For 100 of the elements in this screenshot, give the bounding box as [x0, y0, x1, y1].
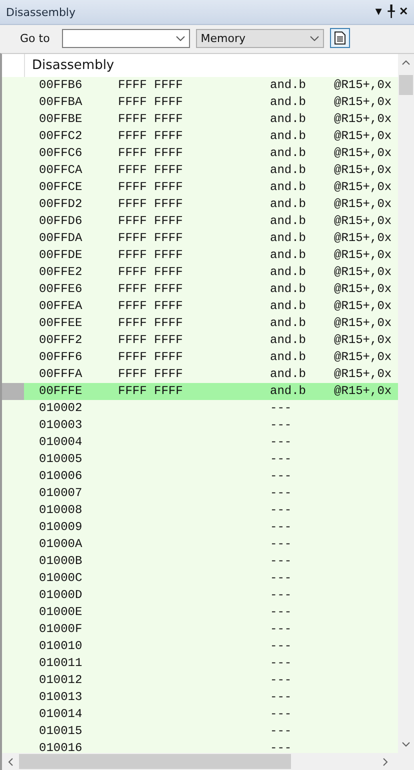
- operand-cell: @R15+,0x: [334, 298, 392, 315]
- code-cell: FFFF FFFF: [118, 298, 183, 315]
- window-control[interactable]: ▼: [371, 6, 386, 18]
- vertical-scrollbar[interactable]: [398, 54, 414, 753]
- column-header: Disassembly: [31, 57, 114, 75]
- operand-cell: @R15+,0x: [334, 111, 392, 128]
- chevron-down-icon[interactable]: [402, 742, 410, 747]
- operand-cell: @R15+,0x: [334, 264, 392, 281]
- operand-cell: @R15+,0x: [334, 332, 392, 349]
- mnemonic-cell: ---: [270, 723, 292, 740]
- operand-cell: @R15+,0x: [334, 383, 392, 400]
- address-cell: 010011: [39, 655, 82, 672]
- mnemonic-cell: ---: [270, 740, 292, 753]
- mnemonic-cell: and.b: [270, 213, 306, 230]
- address-cell: 01000C: [39, 570, 82, 587]
- mnemonic-cell: and.b: [270, 128, 306, 145]
- mnemonic-cell: and.b: [270, 111, 306, 128]
- operand-cell: @R15+,0x: [334, 77, 392, 94]
- address-cell: 010003: [39, 417, 82, 434]
- mnemonic-cell: and.b: [270, 264, 306, 281]
- address-cell: 01000B: [39, 553, 82, 570]
- chevron-left-icon[interactable]: [8, 758, 13, 766]
- address-cell: 00FFDE: [39, 247, 82, 264]
- address-cell: 00FFC2: [39, 128, 82, 145]
- chevron-down-icon: [176, 36, 185, 40]
- address-cell: 010012: [39, 672, 82, 689]
- code-cell: FFFF FFFF: [118, 247, 183, 264]
- mnemonic-cell: ---: [270, 587, 292, 604]
- address-cell: 01000A: [39, 536, 82, 553]
- address-cell: 00FFC6: [39, 145, 82, 162]
- address-cell: 00FFD6: [39, 213, 82, 230]
- code-cell: FFFF FFFF: [118, 230, 183, 247]
- mnemonic-cell: ---: [270, 400, 292, 417]
- operand-cell: @R15+,0x: [334, 349, 392, 366]
- mnemonic-cell: and.b: [270, 145, 306, 162]
- address-cell: 01000F: [39, 621, 82, 638]
- mnemonic-cell: and.b: [270, 162, 306, 179]
- mnemonic-cell: ---: [270, 468, 292, 485]
- view-select[interactable]: Memory: [196, 28, 324, 48]
- mnemonic-cell: and.b: [270, 179, 306, 196]
- mnemonic-cell: ---: [270, 417, 292, 434]
- address-cell: 010015: [39, 723, 82, 740]
- operand-cell: @R15+,0x: [334, 247, 392, 264]
- mnemonic-cell: ---: [270, 451, 292, 468]
- operand-cell: @R15+,0x: [334, 213, 392, 230]
- goto-label: Go to: [20, 32, 50, 44]
- address-cell: 00FFFA: [39, 366, 82, 383]
- code-cell: FFFF FFFF: [118, 264, 183, 281]
- operand-cell: @R15+,0x: [334, 196, 392, 213]
- operand-cell: @R15+,0x: [334, 281, 392, 298]
- chevron-right-icon[interactable]: [383, 758, 388, 766]
- goto-field[interactable]: [62, 28, 190, 48]
- mnemonic-cell: and.b: [270, 77, 306, 94]
- mnemonic-cell: and.b: [270, 230, 306, 247]
- address-cell: 00FFFE: [39, 383, 82, 400]
- address-cell: 00FFDA: [39, 230, 82, 247]
- address-cell: 010014: [39, 706, 82, 723]
- code-cell: FFFF FFFF: [118, 162, 183, 179]
- code-cell: FFFF FFFF: [118, 213, 183, 230]
- mnemonic-cell: ---: [270, 536, 292, 553]
- address-cell: 00FFB6: [39, 77, 82, 94]
- address-cell: 01000E: [39, 604, 82, 621]
- code-cell: FFFF FFFF: [118, 332, 183, 349]
- disassembly-row[interactable]: 00FFFE FFFF FFFF and.b @R15+,0x: [2, 383, 398, 400]
- address-cell: 00FFEE: [39, 315, 82, 332]
- mnemonic-cell: ---: [270, 621, 292, 638]
- address-cell: 010005: [39, 451, 82, 468]
- window-control[interactable]: ✕: [397, 6, 410, 18]
- mnemonic-cell: ---: [270, 502, 292, 519]
- chevron-down-icon: [310, 36, 319, 40]
- address-cell: 00FFE2: [39, 264, 82, 281]
- horizontal-scrollbar[interactable]: [2, 753, 414, 770]
- mnemonic-cell: ---: [270, 485, 292, 502]
- chevron-up-icon[interactable]: [402, 60, 410, 65]
- operand-cell: @R15+,0x: [334, 145, 392, 162]
- window-control[interactable]: ╀: [386, 6, 397, 18]
- mnemonic-cell: ---: [270, 689, 292, 706]
- scrollbar-thumb[interactable]: [399, 75, 413, 95]
- address-cell: 010008: [39, 502, 82, 519]
- address-cell: 00FFF6: [39, 349, 82, 366]
- code-cell: FFFF FFFF: [118, 111, 183, 128]
- code-cell: FFFF FFFF: [118, 366, 183, 383]
- operand-cell: @R15+,0x: [334, 315, 392, 332]
- code-cell: FFFF FFFF: [118, 196, 183, 213]
- window-title: Disassembly: [6, 6, 76, 18]
- code-cell: FFFF FFFF: [118, 383, 183, 400]
- code-cell: FFFF FFFF: [118, 179, 183, 196]
- address-cell: 00FFD2: [39, 196, 82, 213]
- mnemonic-cell: and.b: [270, 315, 306, 332]
- code-cell: FFFF FFFF: [118, 145, 183, 162]
- mnemonic-cell: ---: [270, 570, 292, 587]
- document-button[interactable]: [330, 28, 350, 48]
- mnemonic-cell: ---: [270, 655, 292, 672]
- address-cell: 010002: [39, 400, 82, 417]
- scrollbar-thumb[interactable]: [19, 754, 291, 769]
- mnemonic-cell: and.b: [270, 94, 306, 111]
- mnemonic-cell: ---: [270, 519, 292, 536]
- mnemonic-cell: ---: [270, 434, 292, 451]
- mnemonic-cell: ---: [270, 638, 292, 655]
- mnemonic-cell: and.b: [270, 298, 306, 315]
